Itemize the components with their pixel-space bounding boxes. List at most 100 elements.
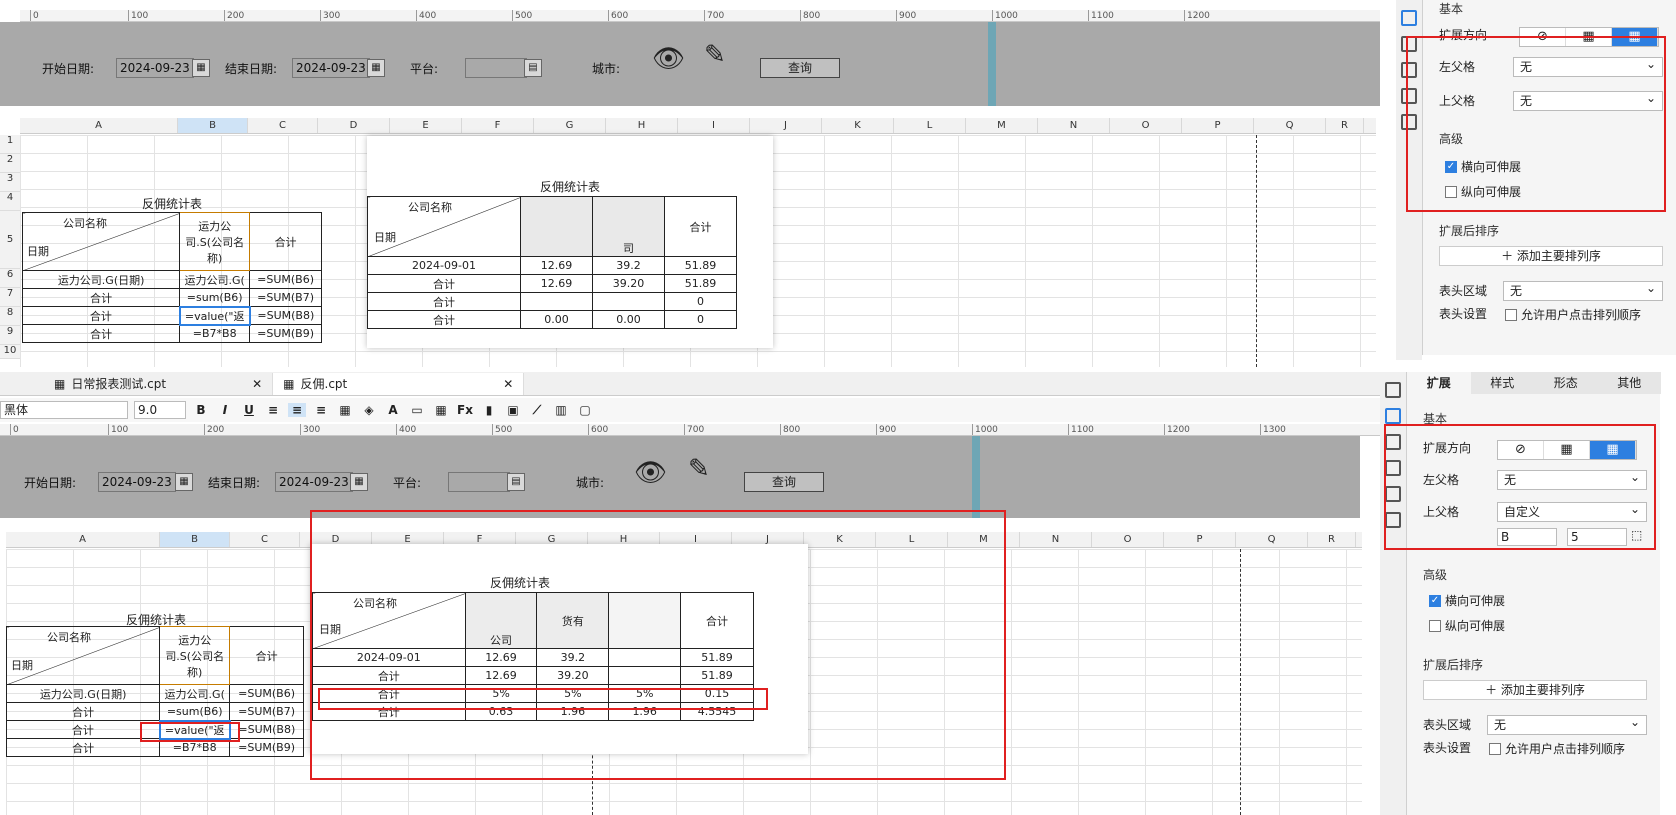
- edit-pencil-icon[interactable]: ✎: [704, 40, 726, 70]
- table-cell[interactable]: =SUM(B9): [249, 324, 322, 343]
- close-icon[interactable]: ✕: [503, 373, 513, 395]
- diagonal-header-cell[interactable]: 公司名称 日期: [5, 626, 161, 685]
- h-expand-checkbox[interactable]: ✓ 横向可伸展: [1429, 592, 1505, 609]
- calendar-icon[interactable]: ▦: [192, 59, 210, 77]
- start-date-input[interactable]: 2024-09-23: [116, 58, 194, 78]
- table-cell[interactable]: =SUM(B8): [229, 720, 304, 739]
- section-sort: 扩展后排序: [1439, 224, 1500, 238]
- table-cell[interactable]: 合计: [5, 702, 161, 721]
- insert-image-icon[interactable]: ▣: [504, 403, 522, 417]
- close-icon[interactable]: ✕: [252, 373, 262, 395]
- border-icon[interactable]: ▦: [336, 403, 354, 417]
- dropdown-icon[interactable]: ▤: [524, 59, 542, 77]
- cell-c5[interactable]: 合计: [249, 212, 322, 271]
- end-date-input[interactable]: 2024-09-23: [292, 58, 370, 78]
- table-cell[interactable]: 合计: [5, 720, 161, 739]
- table-cell[interactable]: 合计: [5, 738, 161, 757]
- preview-table: 公司名称 日期 司 合计 2024-09-01 12.69 39.2 51.89 合计…: [367, 196, 737, 329]
- cell-b5[interactable]: 运力公司.S(公司名称): [159, 626, 231, 685]
- platform-input[interactable]: [448, 472, 510, 492]
- slash-icon[interactable]: ⟋: [528, 403, 546, 418]
- cell-c5[interactable]: 合计: [229, 626, 304, 685]
- table-cell[interactable]: =sum(B6): [179, 288, 251, 307]
- header-settings-label: 表头设置: [1423, 741, 1472, 755]
- dropdown-icon[interactable]: ▤: [507, 473, 525, 491]
- city-label: 城市:: [592, 62, 621, 76]
- fill-color-icon[interactable]: ◈: [360, 403, 378, 417]
- merge-icon[interactable]: ▭: [408, 403, 426, 417]
- sheet-title: 反佣统计表: [141, 197, 202, 211]
- end-date-label: 结束日期:: [208, 476, 261, 490]
- header-area-label: 表头区域: [1439, 284, 1488, 298]
- insert-formula-icon[interactable]: Fx: [456, 403, 474, 417]
- tab-expand[interactable]: 扩展: [1407, 372, 1471, 394]
- start-date-input[interactable]: 2024-09-23: [98, 472, 176, 492]
- hide-eye-icon[interactable]: 👁: [652, 44, 685, 74]
- highlight-box: [1406, 36, 1666, 212]
- tab-other[interactable]: 其他: [1598, 372, 1662, 394]
- widget-icon[interactable]: ▥: [552, 403, 570, 417]
- tab-strip: ▦ 日常报表测试.cpt ✕ ▦ 反佣.cpt ✕: [0, 372, 1380, 396]
- platform-input[interactable]: [465, 58, 527, 78]
- cell-attr-icon[interactable]: [1401, 10, 1417, 26]
- header-area-select[interactable]: 无: [1503, 279, 1663, 301]
- table-cell[interactable]: =SUM(B6): [249, 270, 322, 289]
- insert-chart-icon[interactable]: ▮: [480, 403, 498, 417]
- table-cell[interactable]: 运力公司.G(: [159, 684, 231, 703]
- font-color-icon[interactable]: A: [384, 403, 402, 417]
- allow-click-sort-checkbox[interactable]: 允许用户点击排列顺序: [1489, 740, 1625, 757]
- tab-style[interactable]: 样式: [1471, 372, 1535, 394]
- cell-b5[interactable]: 运力公司.S(公司名称): [179, 212, 251, 271]
- tab-fanyong[interactable]: ▦ 反佣.cpt ✕: [273, 373, 525, 395]
- edit-pencil-icon[interactable]: ✎: [688, 454, 710, 484]
- header-area-select[interactable]: 无: [1487, 713, 1647, 735]
- align-left-icon[interactable]: ≡: [264, 403, 282, 417]
- table-cell[interactable]: =B7*B8: [179, 324, 251, 343]
- allow-click-sort-checkbox[interactable]: 允许用户点击排列顺序: [1505, 306, 1641, 323]
- table-cell[interactable]: 运力公司.G(日期): [5, 684, 161, 703]
- v-expand-checkbox[interactable]: 纵向可伸展: [1429, 617, 1505, 634]
- query-button[interactable]: 查询: [760, 58, 840, 78]
- border-box-icon[interactable]: ▢: [576, 403, 594, 417]
- query-button[interactable]: 查询: [744, 472, 824, 492]
- table-cell[interactable]: =sum(B6): [159, 702, 231, 721]
- add-sort-button[interactable]: ＋ 添加主要排列序: [1423, 680, 1647, 700]
- highlight-box: [140, 722, 240, 742]
- tab-daily-report[interactable]: ▦ 日常报表测试.cpt ✕: [44, 373, 274, 395]
- calendar-icon[interactable]: ▦: [367, 59, 385, 77]
- table-cell[interactable]: =SUM(B6): [229, 684, 304, 703]
- table-cell[interactable]: 合计: [21, 324, 181, 343]
- font-size-select[interactable]: 9.0: [134, 401, 186, 419]
- blurred-cell: [520, 196, 593, 257]
- underline-icon[interactable]: U: [240, 403, 258, 417]
- top-column-header: A B C D E F G H I J K L M N O P Q R: [20, 118, 1376, 134]
- table-cell[interactable]: =SUM(B7): [249, 288, 322, 307]
- cell-attr-icon[interactable]: [1385, 382, 1401, 398]
- bottom-ruler: 0 100 200 300 400 500 600 700 800 900 10…: [0, 424, 1380, 436]
- end-date-input[interactable]: 2024-09-23: [275, 472, 353, 492]
- italic-icon[interactable]: I: [216, 403, 234, 417]
- diagonal-header-cell[interactable]: 公司名称 日期: [21, 212, 181, 271]
- platform-label: 平台:: [393, 476, 422, 490]
- tab-form[interactable]: 形态: [1534, 372, 1598, 394]
- table-cell[interactable]: =value("返: [178, 305, 251, 326]
- calendar-icon[interactable]: ▦: [350, 473, 368, 491]
- table-cell[interactable]: =SUM(B9): [229, 738, 304, 757]
- hide-eye-icon[interactable]: 👁: [634, 458, 667, 488]
- font-family-select[interactable]: 黑体: [0, 401, 128, 419]
- element-icon[interactable]: [1385, 408, 1401, 424]
- table-cell[interactable]: 合计: [21, 288, 181, 307]
- table-cell[interactable]: 合计: [21, 306, 181, 325]
- align-center-icon[interactable]: ≡: [288, 403, 306, 417]
- add-sort-button[interactable]: ＋ 添加主要排列序: [1439, 246, 1663, 266]
- table-cell[interactable]: 运力公司.G(: [179, 270, 251, 289]
- align-right-icon[interactable]: ≡: [312, 403, 330, 417]
- table-cell[interactable]: 运力公司.G(日期): [21, 270, 181, 289]
- calendar-icon[interactable]: ▦: [175, 473, 193, 491]
- bottom-param-pane: 开始日期: 2024-09-23 ▦ 结束日期: 2024-09-23 ▦ 平台…: [0, 436, 1360, 518]
- bold-icon[interactable]: B: [192, 403, 210, 417]
- unmerge-icon[interactable]: ▦: [432, 403, 450, 417]
- table-cell[interactable]: =SUM(B8): [249, 306, 322, 325]
- top-sheet-table[interactable]: 公司名称 日期 运力公司.S(公司名称) 合计 运力公司.G(日期) 运力公司.G…: [21, 212, 322, 343]
- table-cell[interactable]: =SUM(B7): [229, 702, 304, 721]
